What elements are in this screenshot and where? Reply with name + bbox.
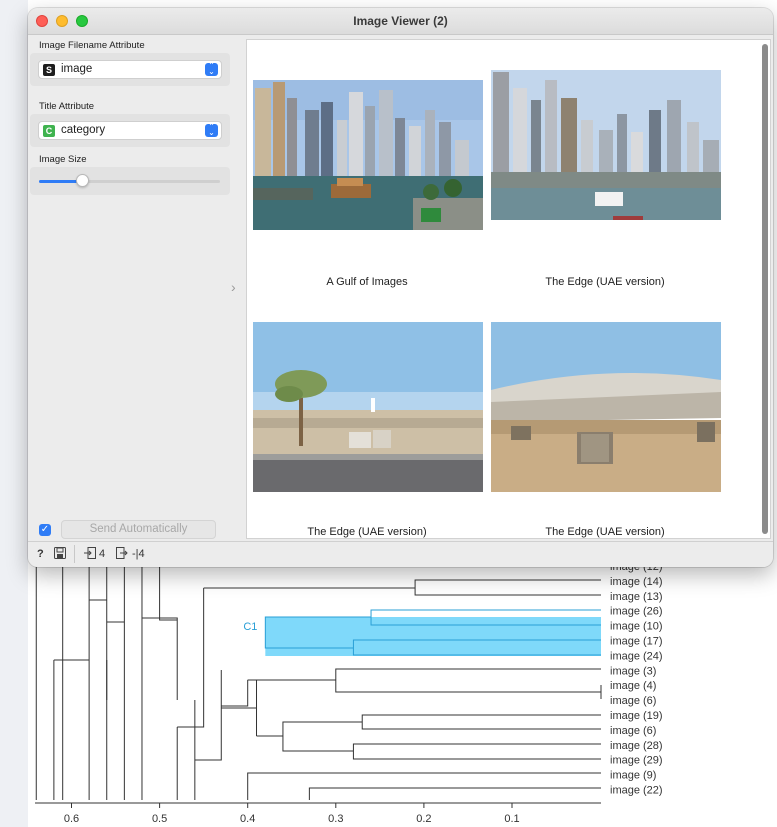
control-panel: Image Filename Attribute S image ⌃ ⌄ Titl…: [28, 35, 238, 541]
categorical-type-icon: C: [43, 125, 55, 137]
dendrogram-branch: [308, 787, 601, 800]
output-icon: [116, 547, 128, 562]
dendrogram-branch: [361, 714, 601, 730]
x-axis-tick-label: 0.6: [64, 813, 79, 825]
leaf-label[interactable]: image (19): [610, 710, 663, 722]
auto-send-checkbox[interactable]: ✓: [39, 524, 51, 536]
image-thumbnail[interactable]: [253, 80, 483, 230]
leaf-label[interactable]: image (9): [610, 770, 656, 782]
leaf-label[interactable]: image (24): [610, 650, 663, 662]
image-size-label: Image Size: [39, 154, 87, 165]
image-viewer-window: Image Viewer (2) Image Filename Attribut…: [28, 8, 773, 567]
title-attribute-box: C category ⌃ ⌄: [30, 114, 230, 147]
leaf-label[interactable]: image (3): [610, 665, 656, 677]
status-bar: ? 4 -|4: [28, 541, 773, 567]
leaf-label[interactable]: image (17): [610, 636, 663, 648]
x-axis-tick-label: 0.3: [328, 813, 343, 825]
image-caption: The Edge (UAE version): [545, 526, 665, 538]
x-axis-tick-label: 0.2: [416, 813, 431, 825]
image-size-slider[interactable]: [39, 174, 220, 187]
dendrogram-branch: [414, 579, 601, 596]
cluster-label: C1: [243, 621, 257, 633]
image-caption: A Gulf of Images: [326, 276, 408, 288]
title-attribute-combo[interactable]: C category ⌃ ⌄: [38, 121, 222, 140]
x-axis-tick-label: 0.1: [504, 813, 519, 825]
help-icon[interactable]: ?: [37, 548, 44, 560]
send-automatically-button[interactable]: Send Automatically: [61, 520, 216, 539]
filename-attribute-box: S image ⌃ ⌄: [30, 53, 230, 86]
dendrogram-branch: [221, 680, 249, 707]
leaf-label[interactable]: image (4): [610, 680, 656, 692]
leaf-label[interactable]: image (13): [610, 591, 663, 603]
leaf-label[interactable]: image (22): [610, 785, 663, 797]
filename-attribute-combo[interactable]: S image ⌃ ⌄: [38, 60, 222, 79]
image-caption: The Edge (UAE version): [307, 526, 427, 538]
image-caption: The Edge (UAE version): [545, 276, 665, 288]
leaf-label[interactable]: image (26): [610, 606, 663, 618]
input-count: 4: [99, 548, 106, 560]
title-attribute-value: category: [61, 124, 106, 136]
image-grid[interactable]: A Gulf of Images The Edge (UAE version) …: [246, 39, 771, 539]
image-thumbnail[interactable]: [491, 322, 721, 492]
filename-attribute-value: image: [61, 63, 93, 75]
x-axis-tick-label: 0.5: [152, 813, 167, 825]
dendrogram-branch: [177, 588, 205, 728]
leaf-label[interactable]: image (6): [610, 695, 656, 707]
dendrogram-branch: [352, 743, 601, 760]
title-attribute-label: Title Attribute: [39, 101, 95, 112]
desert-tree-photo: [253, 322, 483, 492]
leaf-label[interactable]: image (6): [610, 725, 656, 737]
marina-boats-photo: [491, 70, 721, 220]
leaf-label[interactable]: image (29): [610, 755, 663, 767]
leaf-label[interactable]: image (28): [610, 740, 663, 752]
leaf-label[interactable]: image (14): [610, 576, 663, 588]
dendrogram-branch: [141, 617, 178, 700]
status-divider: [74, 545, 75, 563]
dendrogram-branch: [335, 668, 601, 693]
collapse-panel-chevron-icon[interactable]: ›: [231, 279, 236, 295]
updown-chevron-icon: ⌃ ⌄: [205, 62, 218, 76]
x-axis-tick-label: 0.4: [240, 813, 255, 825]
updown-chevron-icon: ⌃ ⌄: [205, 123, 218, 137]
dendrogram-branch: [282, 721, 363, 752]
output-count: -|4: [132, 548, 145, 560]
input-icon: [84, 547, 96, 562]
filename-attribute-label: Image Filename Attribute: [39, 40, 145, 51]
image-thumbnail[interactable]: [491, 70, 721, 220]
save-icon[interactable]: [54, 547, 66, 562]
dendrogram-branch: [159, 566, 178, 621]
title-bar[interactable]: Image Viewer (2): [28, 8, 773, 35]
vertical-scrollbar[interactable]: [762, 44, 768, 534]
marina-photo: [253, 80, 483, 230]
string-type-icon: S: [43, 64, 55, 76]
window-title: Image Viewer (2): [353, 14, 448, 28]
image-thumbnail[interactable]: [253, 322, 483, 492]
dendrogram-branch: [194, 670, 222, 761]
canopy-structure-photo: [491, 322, 721, 492]
dendrogram-branch: [247, 772, 601, 800]
selected-cluster-highlight[interactable]: [265, 617, 601, 656]
leaf-label[interactable]: image (10): [610, 621, 663, 633]
